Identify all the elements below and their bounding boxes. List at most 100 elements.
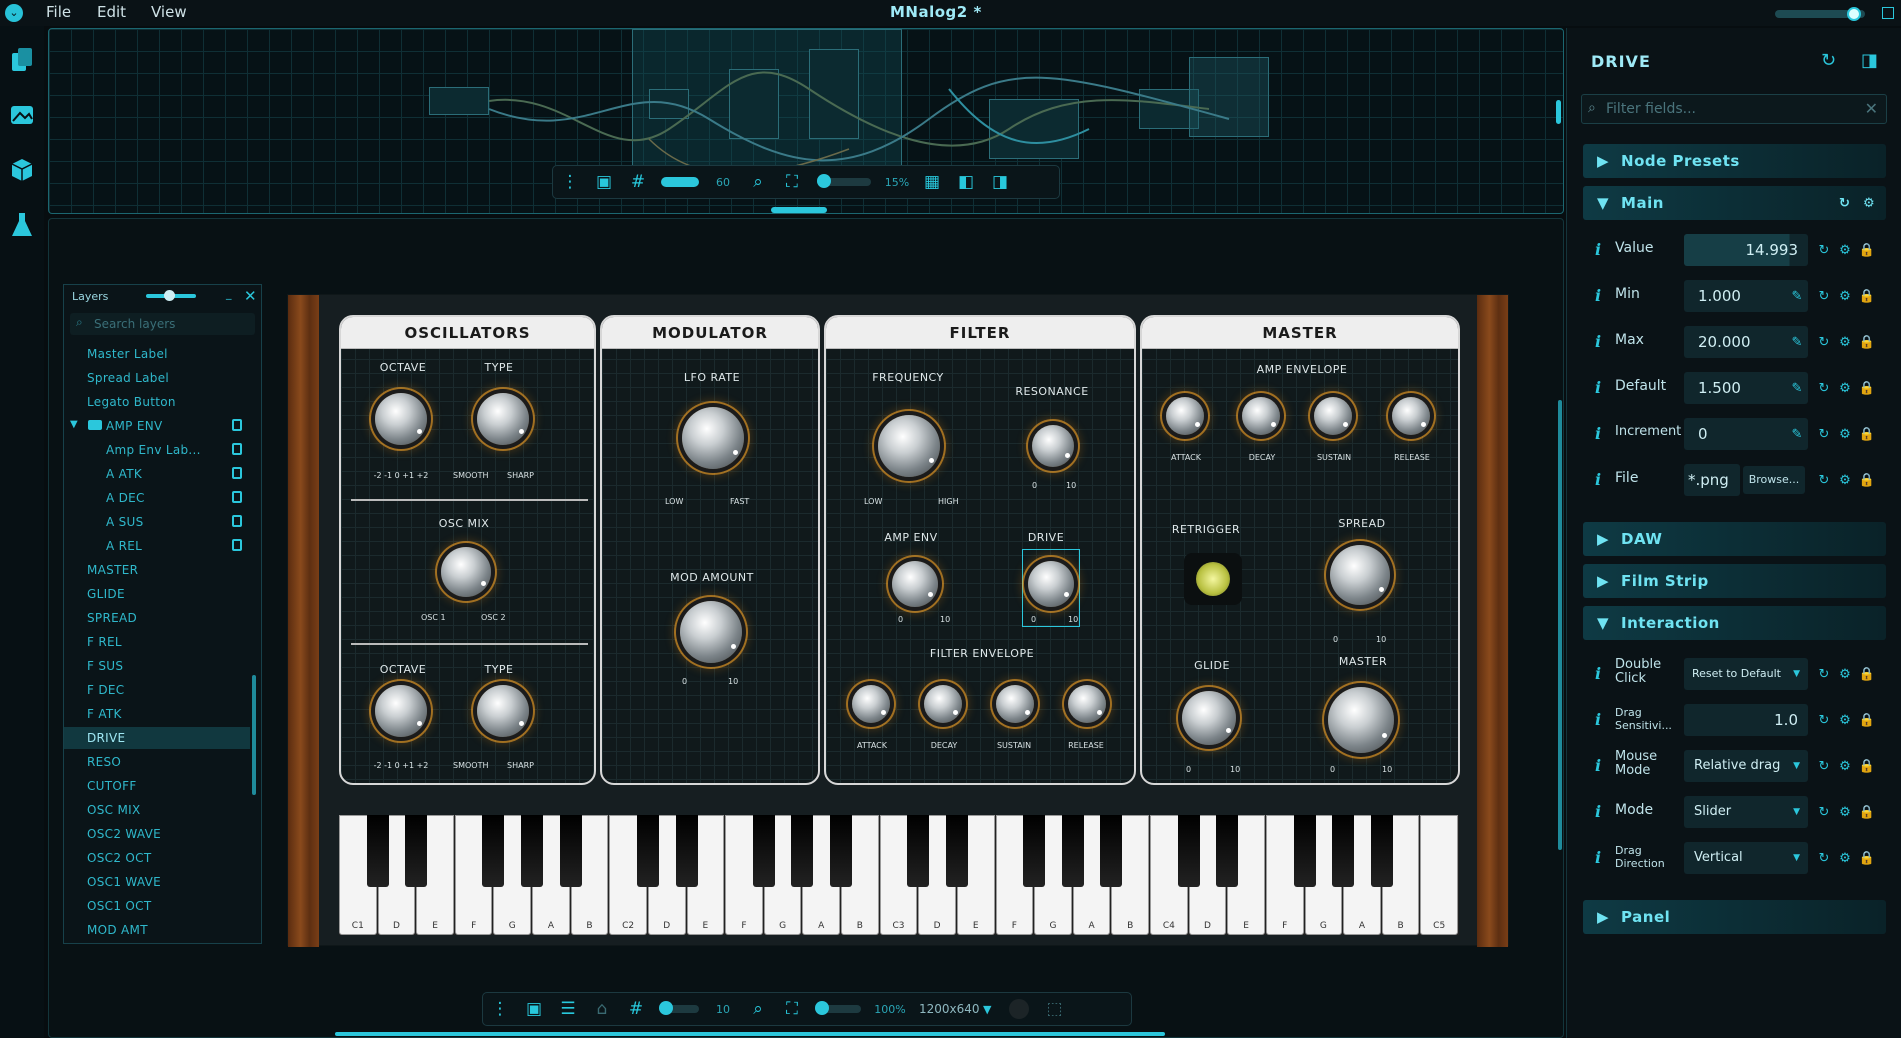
section-node-presets[interactable]: ▶ Node Presets [1583,144,1886,178]
zoom-slider[interactable] [815,1001,861,1015]
canvas-scrollbar[interactable] [1558,400,1562,850]
info-icon[interactable]: i [1595,802,1601,821]
lock-icon[interactable]: 🔒 [1859,380,1875,396]
lock-icon[interactable] [232,419,242,431]
link-icon[interactable]: ⚙ [1837,712,1853,728]
black-key[interactable] [675,815,698,887]
list-icon[interactable]: ☰ [551,992,585,1026]
mod-amount-knob[interactable] [680,601,742,663]
lock-icon[interactable] [232,539,242,551]
mode-select[interactable]: Slider ▼ [1684,796,1808,828]
layer-item[interactable]: Legato Button [64,391,250,413]
reset-icon[interactable]: ↻ [1816,242,1832,258]
info-icon[interactable]: i [1595,664,1601,683]
image-icon[interactable]: ▦ [915,165,949,199]
resolution-select[interactable]: 1200x640 [919,1002,983,1016]
reset-icon[interactable]: ↻ [1816,288,1832,304]
black-key[interactable] [1293,815,1316,887]
osc-mix-knob[interactable] [441,547,491,597]
f-decay-knob[interactable] [924,685,962,723]
zoom-slider[interactable] [817,174,871,188]
reset-icon[interactable]: ↻ [1839,196,1850,211]
image-icon[interactable] [8,101,36,129]
link-icon[interactable]: ⚙ [1837,334,1853,350]
lock-icon[interactable]: 🔒 [1859,758,1875,774]
layer-item[interactable]: OSC2 WAVE [64,823,250,845]
black-key[interactable] [1370,815,1393,887]
reset-icon[interactable]: ↻ [1816,472,1832,488]
layer-item[interactable]: F REL [64,631,250,653]
pages-icon[interactable] [8,46,36,74]
export-icon[interactable]: ⬚ [1037,992,1071,1026]
info-icon[interactable]: i [1595,470,1601,489]
black-key[interactable] [1216,815,1239,887]
snap-slider[interactable] [659,1001,699,1015]
color-swatch[interactable] [1009,999,1030,1019]
left-panel-icon[interactable]: ◧ [949,165,983,199]
a-release-knob[interactable] [1392,397,1430,435]
black-key[interactable] [1177,815,1200,887]
edit-icon[interactable]: ✎ [1789,334,1805,350]
refresh-icon[interactable]: ↻ [1821,50,1836,71]
black-key[interactable] [907,815,930,887]
black-key[interactable] [482,815,505,887]
layer-item[interactable]: ▼ AMP ENV [64,415,250,437]
info-icon[interactable]: i [1595,286,1601,305]
right-panel-icon[interactable]: ◨ [983,165,1017,199]
layers-scrollbar[interactable] [252,675,256,795]
layer-item[interactable]: DRIVE [64,727,250,749]
black-key[interactable] [366,815,389,887]
edit-icon[interactable]: ✎ [1789,426,1805,442]
reset-icon[interactable]: ↻ [1816,380,1832,396]
drag-handle-icon[interactable]: ⋮ [553,165,587,199]
browse-button[interactable]: Browse... [1743,466,1805,494]
snap-slider[interactable] [661,177,699,187]
piano-keyboard[interactable]: C1 D E F G A B C2 D E F G A B C3 D E F G A B C4 D E F G A B C5 [339,815,1459,935]
glide-knob[interactable] [1182,691,1236,745]
link-icon[interactable]: ⚙ [1837,472,1853,488]
lock-icon[interactable]: 🔒 [1859,242,1875,258]
flask-icon[interactable] [8,211,36,239]
link-icon[interactable]: ⚙ [1837,242,1853,258]
layer-item[interactable]: Master Label [64,343,250,365]
lock-icon[interactable] [232,515,242,527]
reset-icon[interactable]: ↻ [1816,758,1832,774]
layer-item[interactable]: F DEC [64,679,250,701]
link-icon[interactable]: ⚙ [1837,288,1853,304]
layer-item[interactable]: OSC1 OCT [64,895,250,917]
black-key[interactable] [1100,815,1123,887]
dock-panel-icon[interactable]: ◨ [1861,50,1878,71]
osc1-octave-knob[interactable] [375,393,427,445]
layer-item[interactable]: A SUS [64,511,250,533]
drag-sensitivity-input[interactable]: 1.0 [1684,704,1808,736]
layer-item[interactable]: Amp Env Lab... [64,439,250,461]
black-key[interactable] [521,815,544,887]
info-icon[interactable]: i [1595,332,1601,351]
layer-item[interactable]: GLIDE [64,583,250,605]
reset-icon[interactable]: ↻ [1816,334,1832,350]
app-logo-icon[interactable]: ⌄ [5,4,23,22]
layer-item[interactable]: A REL [64,535,250,557]
search-icon[interactable]: ⌕ [741,165,775,199]
fit-icon[interactable]: ⛶ [775,992,809,1026]
info-icon[interactable]: i [1595,240,1601,259]
drive-knob[interactable] [1028,561,1074,607]
lock-icon[interactable]: 🔒 [1859,666,1875,682]
layer-item[interactable]: SPREAD [64,607,250,629]
value-slider-field[interactable]: 14.993 [1684,234,1808,266]
window-control-icon[interactable] [1882,7,1894,19]
layer-item[interactable]: CUTOFF [64,775,250,797]
filter-fields-input[interactable]: ⌕ Filter fields... ✕ [1581,94,1887,124]
black-key[interactable] [1332,815,1355,887]
edit-icon[interactable]: ✎ [1789,380,1805,396]
layer-item[interactable]: A DEC [64,487,250,509]
black-key[interactable] [830,815,853,887]
link-icon[interactable]: ⚙ [1837,426,1853,442]
lock-icon[interactable]: 🔒 [1859,472,1875,488]
f-release-knob[interactable] [1068,685,1106,723]
link-icon[interactable]: ⚙ [1837,850,1853,866]
settings-icon[interactable]: ⚙ [1863,196,1875,211]
black-key[interactable] [791,815,814,887]
info-icon[interactable]: i [1595,756,1601,775]
link-icon[interactable]: ⚙ [1837,758,1853,774]
